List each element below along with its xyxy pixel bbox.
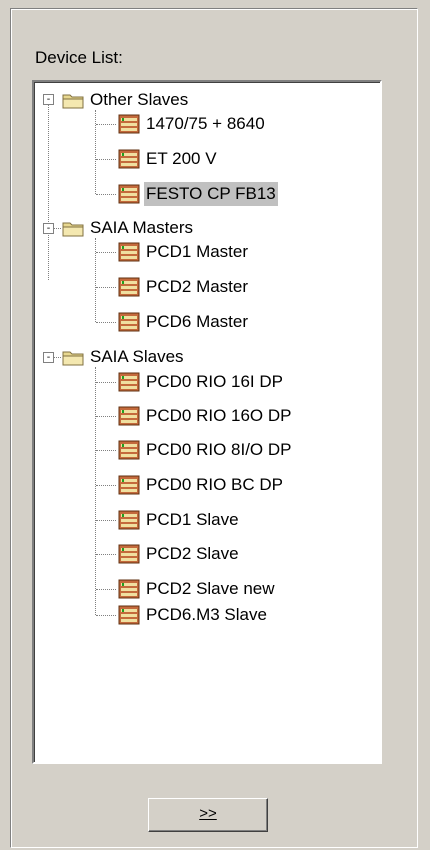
- device-icon: [118, 440, 140, 460]
- tree-group-label[interactable]: SAIA Slaves: [88, 345, 186, 369]
- device-tree[interactable]: - Other Slaves 1470/75 + 8640 ET 200 V F…: [32, 80, 382, 764]
- device-icon: [118, 277, 140, 297]
- device-icon: [118, 149, 140, 169]
- tree-connector: [96, 520, 116, 521]
- device-item[interactable]: PCD2 Slave new: [144, 577, 277, 601]
- tree-connector: [96, 194, 116, 195]
- tree-connector: [95, 238, 96, 322]
- tree-group-label[interactable]: SAIA Masters: [88, 216, 195, 240]
- tree-connector: [48, 100, 49, 280]
- tree-connector: [95, 110, 96, 194]
- device-item[interactable]: 1470/75 + 8640: [144, 112, 267, 136]
- device-icon: [118, 544, 140, 564]
- collapse-icon[interactable]: -: [43, 94, 54, 105]
- tree-connector: [96, 589, 116, 590]
- folder-icon: [62, 351, 84, 366]
- tree-connector: [96, 382, 116, 383]
- tree-connector: [96, 124, 116, 125]
- device-item[interactable]: PCD1 Slave: [144, 508, 241, 532]
- add-device-button-label: >>: [199, 805, 217, 822]
- device-item[interactable]: PCD0 RIO 16I DP: [144, 370, 285, 394]
- device-icon: [118, 184, 140, 204]
- add-device-button[interactable]: >>: [148, 798, 268, 832]
- device-icon: [118, 510, 140, 530]
- tree-connector: [96, 159, 116, 160]
- device-list-label: Device List:: [35, 48, 123, 67]
- collapse-icon[interactable]: -: [43, 352, 54, 363]
- tree-connector: [96, 554, 116, 555]
- device-icon: [118, 242, 140, 262]
- device-item[interactable]: PCD2 Master: [144, 275, 250, 299]
- device-item-selected[interactable]: FESTO CP FB13: [144, 182, 278, 206]
- tree-connector: [96, 252, 116, 253]
- device-item[interactable]: ET 200 V: [144, 147, 219, 171]
- tree-connector: [96, 416, 116, 417]
- device-item[interactable]: PCD0 RIO 16O DP: [144, 404, 294, 428]
- collapse-icon[interactable]: -: [43, 223, 54, 234]
- tree-connector: [96, 322, 116, 323]
- tree-connector: [96, 450, 116, 451]
- device-icon: [118, 475, 140, 495]
- device-icon: [118, 605, 140, 625]
- device-icon: [118, 114, 140, 134]
- device-icon: [118, 579, 140, 599]
- folder-icon: [62, 94, 84, 109]
- device-icon: [118, 372, 140, 392]
- device-item[interactable]: PCD0 RIO 8I/O DP: [144, 438, 293, 462]
- tree-connector: [95, 367, 96, 615]
- device-item[interactable]: PCD6.M3 Slave: [144, 603, 269, 627]
- folder-icon: [62, 222, 84, 237]
- device-item[interactable]: PCD0 RIO BC DP: [144, 473, 285, 497]
- device-icon: [118, 406, 140, 426]
- tree-connector: [96, 615, 116, 616]
- tree-connector: [96, 287, 116, 288]
- tree-connector: [96, 485, 116, 486]
- device-item[interactable]: PCD1 Master: [144, 240, 250, 264]
- device-item[interactable]: PCD6 Master: [144, 310, 250, 334]
- device-icon: [118, 312, 140, 332]
- device-item[interactable]: PCD2 Slave: [144, 542, 241, 566]
- tree-group-label[interactable]: Other Slaves: [88, 88, 190, 112]
